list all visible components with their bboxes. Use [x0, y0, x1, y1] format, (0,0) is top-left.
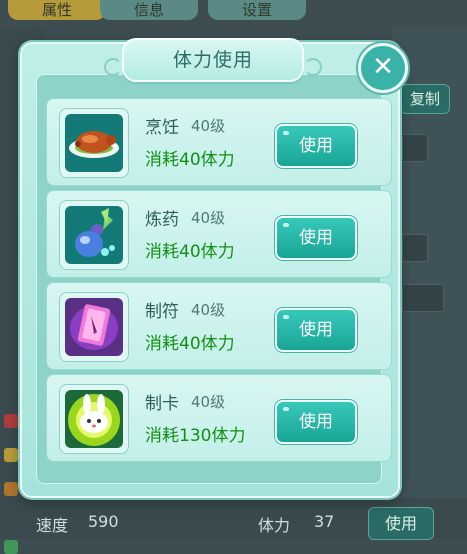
button-sparkle-icon: [283, 131, 289, 135]
skill-level: 40级: [191, 117, 226, 135]
skill-name: 制卡: [145, 394, 179, 414]
skill-name: 制符: [145, 302, 179, 322]
button-sparkle-icon: [283, 223, 289, 227]
button-sparkle-icon: [283, 407, 289, 411]
speed-green-icon: [4, 540, 18, 554]
speed-label: 速度: [36, 516, 69, 535]
use-button-cooking[interactable]: 使用: [275, 124, 357, 168]
use-button-label: 使用: [299, 136, 333, 156]
talisman-card-icon: [65, 298, 123, 356]
stamina-use-dialog: 体力使用 ✕ 烹饪 40级 消耗40体力 使用 炼药 40级 消耗40体力 使用…: [20, 38, 408, 498]
background-tab-bar: 属性 信息 设置: [0, 0, 467, 22]
skill-name: 炼药: [145, 210, 179, 230]
tab-info[interactable]: 信息: [100, 0, 198, 20]
close-button[interactable]: ✕: [358, 43, 408, 93]
close-x-icon: ✕: [372, 52, 394, 82]
use-button-label: 使用: [299, 228, 333, 248]
stamina-value: 37: [314, 512, 335, 531]
use-button-talisman[interactable]: 使用: [275, 308, 357, 352]
potion-gourd-icon: [65, 206, 123, 264]
roast-pig-icon: [65, 114, 123, 172]
background-field: [402, 284, 444, 312]
swirl-ornament-icon: [104, 58, 122, 76]
skill-name: 烹饪: [145, 118, 179, 138]
skill-level: 40级: [191, 301, 226, 319]
stamina-cost: 消耗40体力: [145, 242, 235, 262]
use-button-label: 使用: [299, 320, 333, 340]
item-frame: [59, 384, 129, 454]
skill-row-cooking: 烹饪 40级 消耗40体力 使用: [46, 98, 392, 186]
swirl-ornament-icon: [304, 58, 322, 76]
use-button-label: 使用: [299, 412, 333, 432]
dialog-title-plate: 体力使用: [122, 38, 304, 82]
item-frame: [59, 200, 129, 270]
skill-level: 40级: [191, 393, 226, 411]
stat-orange-icon: [4, 482, 18, 496]
button-sparkle-icon: [283, 315, 289, 319]
stamina-label: 体力: [258, 516, 291, 535]
dialog-title: 体力使用: [172, 49, 253, 71]
skill-level: 40级: [191, 209, 226, 227]
tab-settings[interactable]: 设置: [208, 0, 306, 20]
use-button-alchemy[interactable]: 使用: [275, 216, 357, 260]
rabbit-card-icon: [65, 390, 123, 448]
use-button-card[interactable]: 使用: [275, 400, 357, 444]
skill-row-talisman: 制符 40级 消耗40体力 使用: [46, 282, 392, 370]
stamina-cost: 消耗130体力: [145, 426, 246, 446]
background-field: [402, 134, 428, 162]
item-frame: [59, 108, 129, 178]
stamina-cost: 消耗40体力: [145, 334, 235, 354]
speed-value: 590: [88, 512, 119, 531]
skill-row-alchemy: 炼药 40级 消耗40体力 使用: [46, 190, 392, 278]
stamina-cost: 消耗40体力: [145, 150, 235, 170]
item-frame: [59, 292, 129, 362]
background-use-button[interactable]: 使用: [368, 507, 434, 540]
tab-attributes[interactable]: 属性: [8, 0, 106, 20]
skill-row-card: 制卡 40级 消耗130体力 使用: [46, 374, 392, 462]
stat-yellow-icon: [4, 448, 18, 462]
background-field: [402, 234, 428, 262]
copy-button[interactable]: 复制: [400, 84, 450, 114]
hp-heart-icon: [4, 414, 18, 428]
